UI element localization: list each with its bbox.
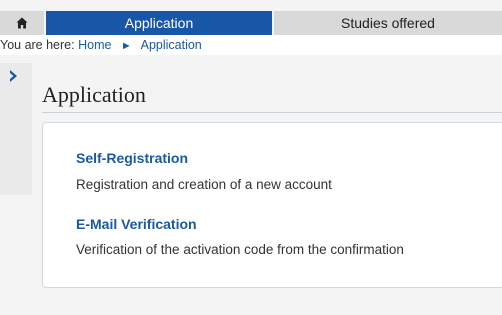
title-divider — [42, 112, 502, 113]
home-icon — [16, 17, 28, 29]
chevron-right-icon: ► — [120, 40, 132, 52]
breadcrumb-lead: You are here: — [0, 38, 75, 52]
tab-studies-offered[interactable]: Studies offered — [274, 11, 502, 35]
breadcrumb: You are here: Home ► Application — [0, 35, 502, 55]
top-navigation: Application Studies offered — [0, 11, 502, 35]
application-options-card — [42, 122, 502, 288]
home-button[interactable] — [0, 11, 44, 35]
self-registration-description: Registration and creation of a new accou… — [76, 177, 332, 192]
email-verification-link[interactable]: E-Mail Verification — [76, 216, 197, 232]
self-registration-link[interactable]: Self-Registration — [76, 150, 188, 166]
chevron-right-icon[interactable] — [7, 69, 21, 83]
sidebar — [0, 63, 32, 195]
breadcrumb-home-link[interactable]: Home — [78, 38, 111, 52]
email-verification-description: Verification of the activation code from… — [76, 242, 404, 257]
page-title: Application — [42, 82, 146, 107]
breadcrumb-application-link[interactable]: Application — [141, 38, 202, 52]
tab-application[interactable]: Application — [46, 11, 272, 35]
